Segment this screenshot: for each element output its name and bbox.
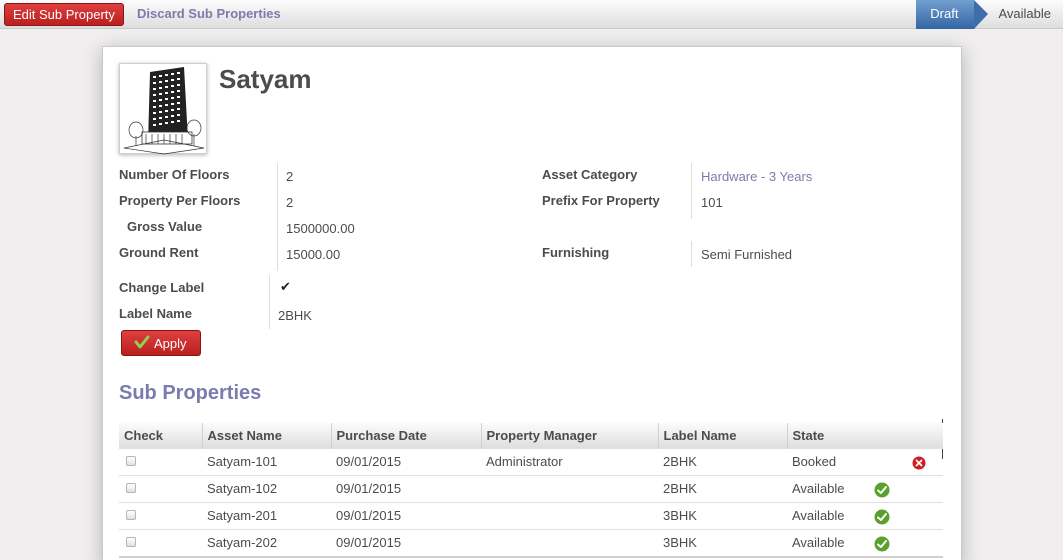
- right-column-divider-bottom: [691, 241, 692, 267]
- row-checkbox[interactable]: [126, 537, 136, 548]
- form-sheet: Satyam Number Of Floors 2 Property Per F…: [102, 46, 962, 560]
- cell-state-text: Booked: [792, 454, 837, 469]
- table-header-row: Check Asset Name Purchase Date Property …: [119, 423, 943, 448]
- state-draft[interactable]: Draft: [916, 0, 989, 29]
- furnishing-label: Furnishing: [542, 245, 610, 260]
- table-row[interactable]: Satyam-101 09/01/2015 Administrator 2BHK…: [119, 448, 943, 475]
- furnishing-value[interactable]: Semi Furnished: [701, 247, 792, 262]
- row-checkbox[interactable]: [126, 483, 136, 493]
- change-label-label: Change Label: [119, 280, 205, 295]
- asset-category-label: Asset Category: [542, 167, 638, 182]
- cross-icon[interactable]: [912, 456, 926, 470]
- table-row[interactable]: Satyam-202 09/01/2015 3BHK Available: [119, 529, 943, 556]
- cell-property-manager: [481, 475, 658, 502]
- column-header-label-name[interactable]: Label Name: [657, 423, 787, 448]
- change-label-checkbox[interactable]: ✔: [280, 279, 291, 295]
- cell-purchase-date: 09/01/2015: [336, 481, 402, 496]
- gross-value-value[interactable]: 1500000.00: [286, 221, 355, 236]
- check-icon: [134, 335, 150, 349]
- cell-asset-name: Satyam-102: [207, 481, 278, 496]
- cell-asset-name: Satyam-202: [207, 535, 278, 551]
- asset-category-value[interactable]: Hardware - 3 Years: [701, 169, 812, 184]
- table-row[interactable]: Satyam-201 09/01/2015 3BHK Available: [119, 502, 943, 529]
- left-column-divider: [277, 163, 278, 271]
- apply-button[interactable]: Apply: [121, 330, 201, 356]
- right-column-divider-top: [691, 163, 692, 219]
- column-header-property-manager[interactable]: Property Manager: [480, 423, 658, 448]
- cell-purchase-date: 09/01/2015: [336, 508, 402, 523]
- table-row[interactable]: Satyam-102 09/01/2015 2BHK Available: [119, 475, 943, 502]
- cell-state-text: Available: [792, 535, 845, 551]
- apply-button-label: Apply: [154, 336, 187, 351]
- column-header-check[interactable]: Check: [119, 423, 202, 448]
- cell-property-manager: Administrator: [486, 454, 563, 469]
- table-footer-rule: [119, 556, 943, 558]
- cell-state-text: Available: [792, 481, 845, 496]
- building-icon: [123, 67, 205, 155]
- cell-purchase-date: 09/01/2015: [336, 535, 402, 551]
- record-title: Satyam: [219, 64, 312, 94]
- sub-properties-table: Check Asset Name Purchase Date Property …: [119, 423, 943, 558]
- cell-property-manager: [481, 529, 658, 556]
- cell-property-manager: [481, 502, 658, 529]
- row-checkbox[interactable]: [126, 456, 136, 466]
- number-of-floors-value[interactable]: 2: [286, 169, 293, 184]
- gross-value-label: Gross Value: [127, 219, 203, 234]
- check-icon[interactable]: [874, 509, 890, 525]
- label-name-label: Label Name: [119, 306, 192, 321]
- check-icon[interactable]: [874, 536, 890, 552]
- property-image[interactable]: [119, 63, 207, 155]
- discard-sub-properties-link[interactable]: Discard Sub Properties: [137, 6, 281, 21]
- cell-state: Available: [787, 502, 943, 529]
- cell-asset-name: Satyam-101: [207, 454, 278, 469]
- ground-rent-label: Ground Rent: [119, 245, 199, 260]
- cell-state: Available: [787, 529, 943, 556]
- check-icon[interactable]: [874, 482, 890, 498]
- ground-rent-value[interactable]: 15000.00: [286, 247, 340, 262]
- cell-state-text: Available: [792, 508, 845, 523]
- edit-sub-property-button[interactable]: Edit Sub Property: [4, 3, 124, 26]
- label-name-value[interactable]: 2BHK: [278, 308, 312, 323]
- column-header-purchase-date[interactable]: Purchase Date: [330, 423, 481, 448]
- number-of-floors-label: Number Of Floors: [119, 167, 230, 182]
- column-header-state[interactable]: State: [786, 423, 943, 448]
- top-toolbar: Edit Sub Property Discard Sub Properties…: [0, 0, 1063, 29]
- cell-label-name: 3BHK: [663, 535, 697, 551]
- prefix-for-property-label: Prefix For Property: [542, 193, 660, 208]
- cell-label-name: 2BHK: [663, 454, 697, 469]
- cell-label-name: 2BHK: [663, 481, 697, 496]
- property-per-floors-value[interactable]: 2: [286, 195, 293, 210]
- row-checkbox[interactable]: [126, 510, 136, 520]
- property-per-floors-label: Property Per Floors: [119, 193, 241, 208]
- column-header-asset-name[interactable]: Asset Name: [201, 423, 331, 448]
- sub-properties-title: Sub Properties: [119, 382, 262, 404]
- label-column-divider: [269, 275, 270, 329]
- cell-label-name: 3BHK: [663, 508, 697, 523]
- cell-state: Available: [787, 475, 943, 502]
- cell-purchase-date: 09/01/2015: [336, 454, 402, 469]
- cell-asset-name: Satyam-201: [207, 508, 278, 523]
- cell-state: Booked: [787, 448, 943, 475]
- prefix-for-property-value[interactable]: 101: [701, 195, 723, 210]
- status-bar: Draft Available: [916, 0, 1063, 29]
